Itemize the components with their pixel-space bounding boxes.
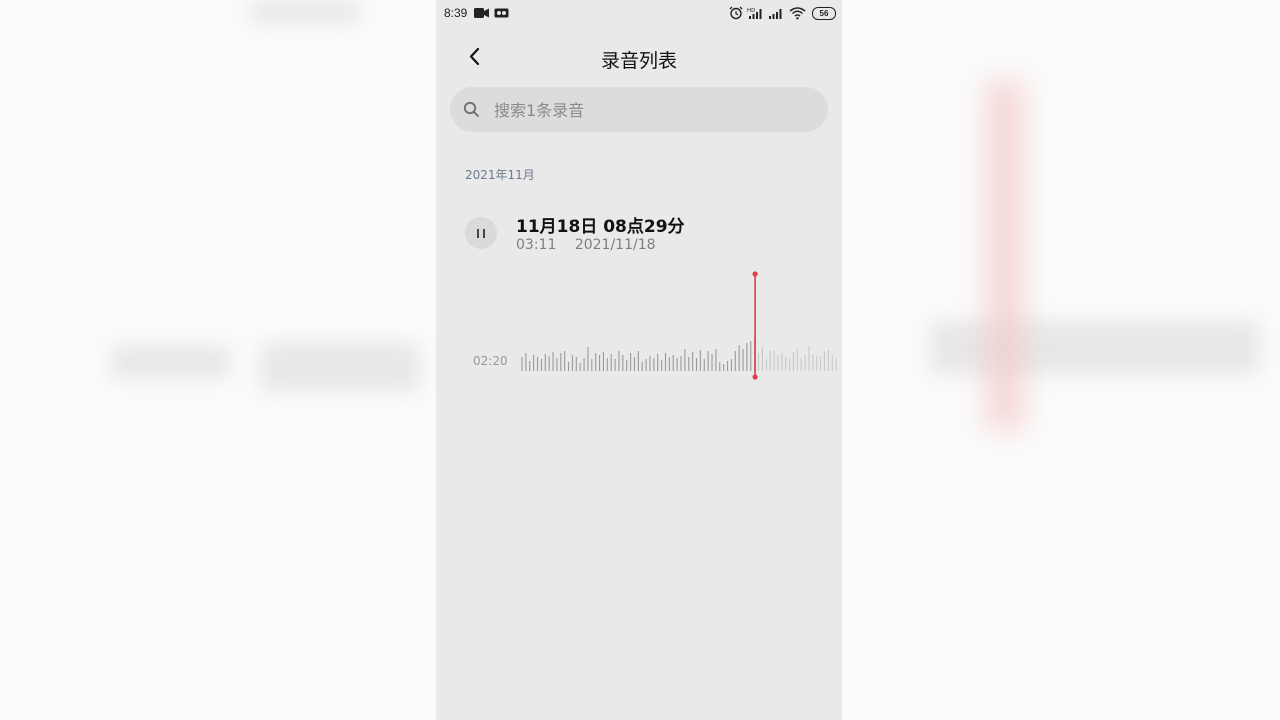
recording-date: 2021/11/18 xyxy=(574,237,656,253)
phone-screen: 8:39 HD 56 录音列表 2021年11月 xyxy=(436,0,842,720)
recording-duration: 03:11 xyxy=(516,237,557,253)
blurred-background xyxy=(260,342,420,392)
waveform-player[interactable]: 02:20 xyxy=(436,268,842,384)
status-bar: 8:39 HD 56 xyxy=(436,0,842,26)
page-title: 录音列表 xyxy=(600,50,677,72)
video-record-icon xyxy=(474,6,490,20)
pause-button[interactable] xyxy=(465,217,497,249)
recording-title: 11月18日 08点29分 xyxy=(516,217,685,237)
app-header: 录音列表 xyxy=(436,38,842,78)
svg-text:HD: HD xyxy=(747,8,755,14)
recording-meta: 03:11 2021/11/18 xyxy=(516,237,656,253)
search-icon xyxy=(463,101,480,118)
status-time: 8:39 xyxy=(444,6,468,20)
wifi-icon xyxy=(789,6,806,20)
playhead-handle[interactable] xyxy=(752,271,758,380)
search-input[interactable] xyxy=(492,87,816,134)
pause-icon xyxy=(477,228,485,238)
blurred-background-red xyxy=(985,80,1025,430)
screen-record-icon xyxy=(494,6,510,20)
hd-signal-icon: HD xyxy=(747,6,765,20)
waveform[interactable] xyxy=(436,268,842,384)
month-group-label: 2021年11月 xyxy=(465,168,535,182)
blurred-background xyxy=(930,320,1260,375)
search-bar[interactable] xyxy=(450,87,828,134)
signal-icon xyxy=(768,6,784,20)
alarm-icon xyxy=(729,6,743,20)
blurred-background xyxy=(110,345,230,379)
recording-list-item[interactable]: 11月18日 08点29分 03:11 2021/11/18 xyxy=(436,200,842,266)
battery-icon: 56 xyxy=(812,7,836,20)
blurred-background xyxy=(250,0,360,24)
